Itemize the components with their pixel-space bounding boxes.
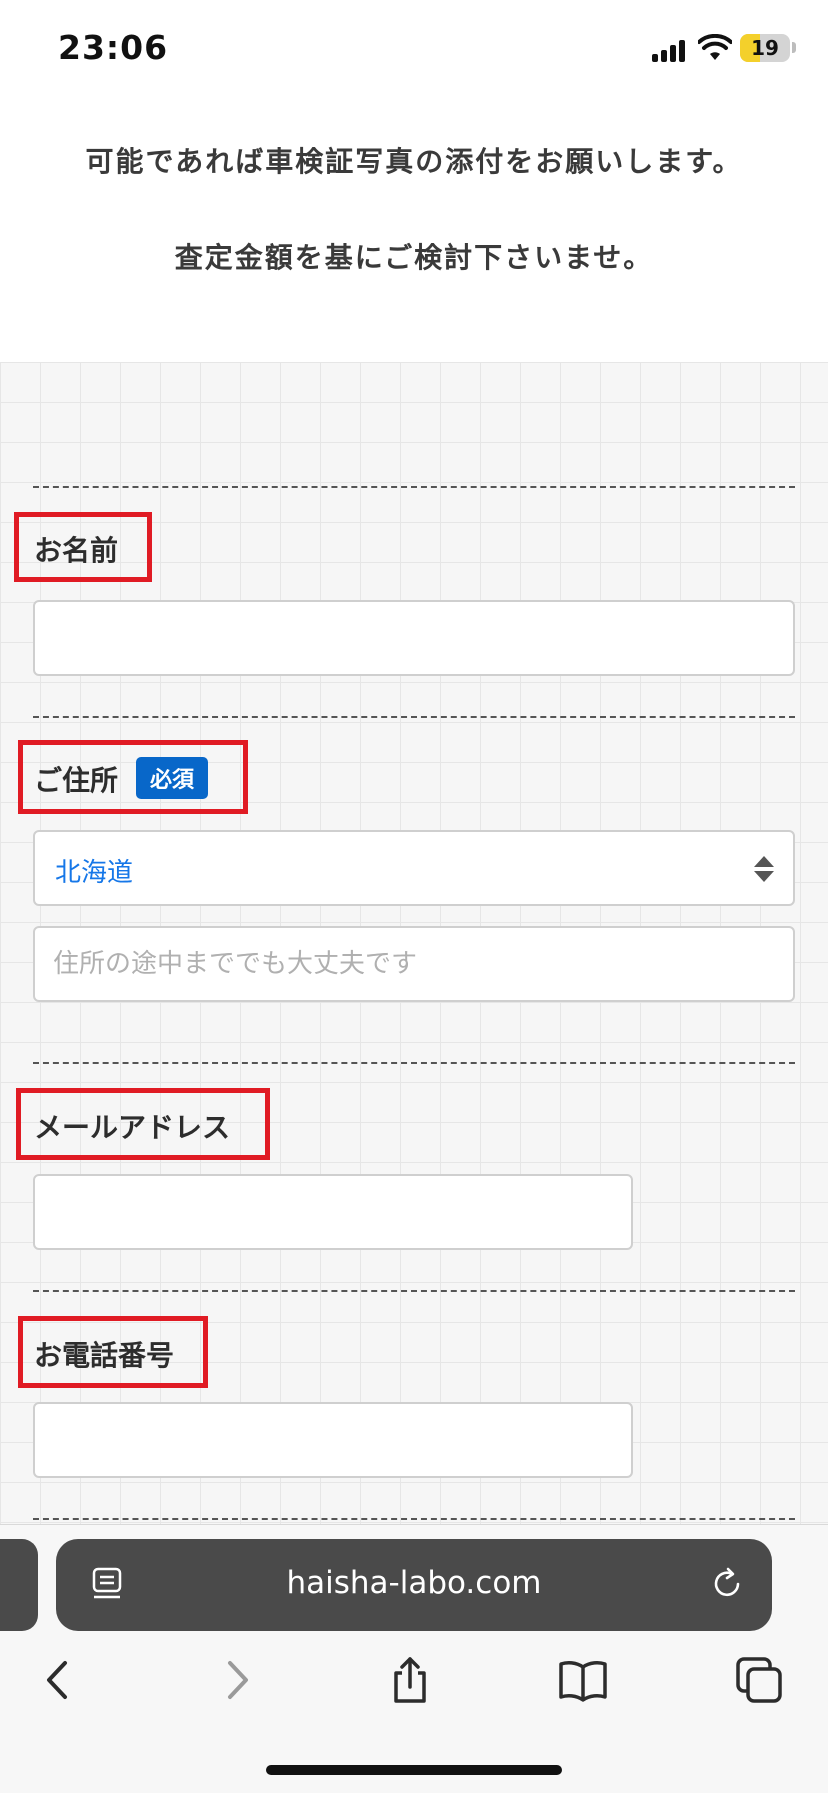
status-bar: 23:06 19 <box>0 0 828 100</box>
battery-level: 19 <box>751 36 779 60</box>
required-badge: 必須 <box>136 757 209 799</box>
intro-line-1: 可能であれば車検証写真の添付をお願いします。 <box>85 145 743 178</box>
wifi-icon <box>698 34 732 60</box>
address-bar[interactable]: haisha-labo.com <box>56 1539 772 1631</box>
intro-section: 可能であれば車検証写真の添付をお願いします。 査定金額を基にご検討下さいませ。 <box>0 100 828 362</box>
address-input[interactable] <box>33 926 795 1002</box>
divider <box>33 1062 795 1064</box>
address-label-text: ご住所 <box>34 764 119 797</box>
intro-line-2: 査定金額を基にご検討下さいませ。 <box>174 241 654 274</box>
url-text: haisha-labo.com <box>286 1565 542 1601</box>
reload-icon[interactable] <box>710 1567 744 1601</box>
divider <box>33 486 795 488</box>
phone-label: お電話番号 <box>34 1339 175 1372</box>
browser-toolbar: haisha-labo.com <box>0 1524 828 1793</box>
share-icon[interactable] <box>385 1655 435 1705</box>
bookmarks-icon[interactable] <box>558 1655 608 1705</box>
status-time: 23:06 <box>58 28 169 67</box>
battery-icon: 19 <box>740 34 790 62</box>
forward-icon[interactable] <box>212 1655 262 1705</box>
phone-input[interactable] <box>33 1402 633 1478</box>
email-input[interactable] <box>33 1174 633 1250</box>
home-indicator <box>266 1765 562 1775</box>
email-label: メールアドレス <box>34 1111 231 1144</box>
tabs-icon[interactable] <box>734 1655 784 1705</box>
prefecture-value: 北海道 <box>55 858 134 888</box>
name-label: お名前 <box>34 534 119 567</box>
divider <box>33 1518 795 1520</box>
contact-form: お名前 ご住所必須 北海道 メールアドレス お電話番号 <box>0 362 828 1524</box>
select-arrows-icon <box>754 856 774 882</box>
back-icon[interactable] <box>33 1655 83 1705</box>
prefecture-select[interactable]: 北海道 <box>33 830 795 906</box>
name-input[interactable] <box>33 600 795 676</box>
cellular-signal-icon <box>652 38 690 62</box>
previous-tab-preview[interactable] <box>0 1539 38 1631</box>
divider <box>33 1290 795 1292</box>
divider <box>33 716 795 718</box>
address-label: ご住所 必須 <box>34 757 209 799</box>
